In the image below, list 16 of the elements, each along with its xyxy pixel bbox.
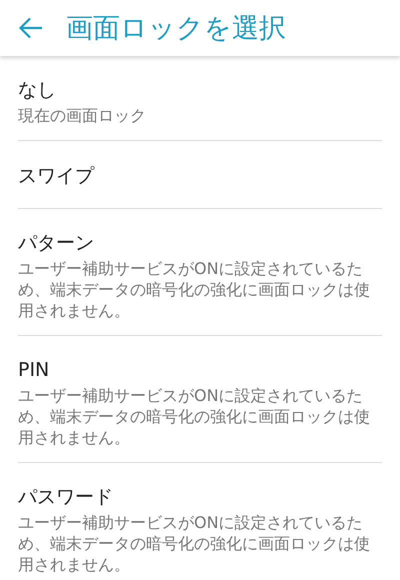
option-title: スワイプ	[18, 164, 96, 189]
lock-option[interactable]: スワイプ	[18, 141, 382, 209]
lock-option[interactable]: パスワード ユーザー補助サービスがONに設定されているため、端末データの暗号化の強化に画面ロックは使用されません。	[18, 463, 382, 580]
option-title: パスワード	[18, 485, 114, 510]
option-title: PIN	[18, 358, 50, 383]
option-title: なし	[18, 78, 57, 103]
lock-option[interactable]: PIN ユーザー補助サービスがONに設定されているため、端末データの暗号化の強化に画面ロックは使用されません。	[18, 336, 382, 463]
option-description: ユーザー補助サービスがONに設定されているため、端末データの暗号化の強化に画面ロックは使用されません。	[18, 385, 371, 448]
back-arrow-icon[interactable]	[18, 16, 44, 40]
option-description: ユーザー補助サービスがONに設定されているため、端末データの暗号化の強化に画面ロックは使用されません。	[18, 258, 371, 321]
option-description: 現在の画面ロック	[18, 105, 147, 126]
lock-option[interactable]: なし 現在の画面ロック	[18, 56, 382, 141]
lock-option[interactable]: パターン ユーザー補助サービスがONに設定されているため、端末データの暗号化の強化に画面ロックは使用されません。	[18, 209, 382, 336]
option-description: ユーザー補助サービスがONに設定されているため、端末データの暗号化の強化に画面ロックは使用されません。	[18, 512, 371, 575]
option-title: パターン	[18, 231, 95, 256]
screen-title: 画面ロックを選択	[66, 12, 286, 46]
